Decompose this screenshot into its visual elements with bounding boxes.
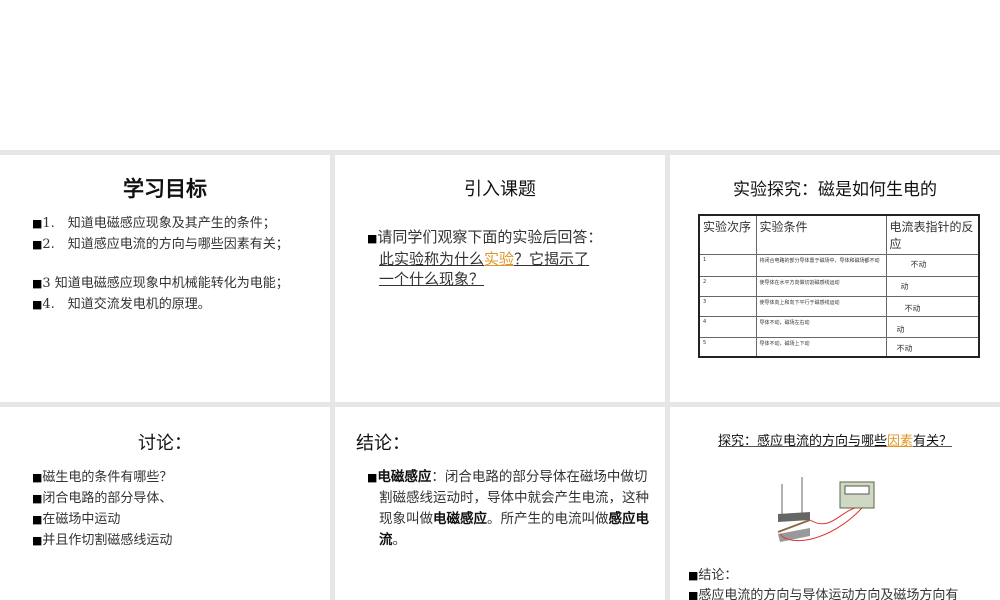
item-text: ？它揭示了	[514, 250, 590, 268]
item-text: 感应电流的方向与导体运动方向及磁场方向有	[698, 588, 959, 600]
term: 电磁感应	[433, 511, 487, 527]
item-text: 磁生电的条件有哪些？	[42, 470, 173, 485]
table-row: 5 导体不动，磁场上下动 不动	[698, 337, 980, 358]
cell: 5	[698, 337, 757, 358]
slide-discussion[interactable]: 讨论： ■磁生电的条件有哪些？ ■闭合电路的部分导体、 ■在磁场中运动 ■并且作…	[0, 407, 330, 600]
experiment-link[interactable]: 实验	[484, 250, 514, 268]
text: 。所产生的电流叫做	[487, 511, 609, 527]
experiment-table: 实验次序 实验条件 电流表指针的反应 1 将闭合电路的部分导体置于磁场中，导体和磁…	[698, 214, 980, 358]
list-item: ■闭合电路的部分导体、	[32, 491, 173, 506]
cell: 导体不动，磁场上下动	[755, 337, 887, 358]
header-cell: 电流表指针的反应	[885, 214, 980, 255]
slide-title: 实验探究：磁是如何生电的	[733, 180, 937, 200]
item-text: 此实验称为什么	[379, 250, 485, 268]
list-item: ■2. 知道感应电流的方向与哪些因素有关；	[32, 237, 289, 252]
list-item: ■磁生电的条件有哪些？	[32, 470, 173, 485]
cell: 动	[885, 316, 980, 338]
cell: 动	[885, 276, 980, 297]
list-item: ■在磁场中运动	[32, 512, 121, 527]
experiment-illustration	[777, 477, 875, 542]
text: 。	[392, 532, 407, 548]
slide-conclusion[interactable]: 结论： ■电磁感应：闭合电路的部分导体在磁场中做切割磁感线运动时，导体中就会产生…	[335, 407, 665, 600]
item-text: 请同学们观察下面的实验后回答：	[377, 228, 603, 246]
item-text: 在磁场中运动	[42, 512, 121, 527]
slide-title: 引入课题	[464, 179, 536, 200]
item-text: 3 知道电磁感应现象中机械能转化为电能；	[42, 276, 289, 291]
magnet-icon	[778, 512, 810, 522]
item-text: 4. 知道交流发电机的原理。	[42, 297, 211, 312]
title-text: 有关？	[913, 434, 953, 449]
item-text: 2. 知道感应电流的方向与哪些因素有关；	[42, 237, 289, 252]
table-row: 1 将闭合电路的部分导体置于磁场中，导体和磁场都不动 不动	[698, 254, 980, 277]
slide-explore[interactable]: 探究：感应电流的方向与哪些因素有关？ ■结论： ■感应电流的方向与导体运动方向及…	[670, 407, 1000, 600]
intro-question: ■请同学们观察下面的实验后回答： 此实验称为什么实验？它揭示了 一个什么现象？	[367, 228, 603, 288]
cell: 不动	[885, 254, 980, 277]
item-text: 一个什么现象？	[379, 270, 485, 288]
slide-learning-goals[interactable]: 学习目标 ■1. 知道电磁感应现象及其产生的条件； ■2. 知道感应电流的方向与…	[0, 155, 330, 402]
title-text: 探究：感应电流的方向与哪些	[717, 434, 887, 449]
cell: 导体不动，磁场左右动	[755, 316, 887, 338]
cell: 2	[698, 276, 757, 297]
item-text: 闭合电路的部分导体、	[42, 491, 173, 506]
slide-title: 讨论：	[138, 433, 192, 454]
item-text: 1. 知道电磁感应现象及其产生的条件；	[42, 216, 276, 231]
slide-experiment[interactable]: 实验探究：磁是如何生电的 实验次序 实验条件 电流表指针的反应 1 将闭合电路的部…	[670, 155, 1000, 402]
list-item: ■结论：	[688, 568, 738, 583]
header-cell: 实验条件	[755, 214, 887, 255]
cell: 使导体向上和向下平行于磁感线运动	[755, 296, 887, 317]
blank-header	[0, 0, 1000, 150]
conclusion-text: ■电磁感应：闭合电路的部分导体在磁场中做切割磁感线运动时，导体中就会产生电流，这…	[367, 469, 649, 548]
list-item: ■并且作切割磁感线运动	[32, 533, 173, 548]
slide-title: 探究：感应电流的方向与哪些因素有关？	[670, 430, 1000, 449]
discussion-list: ■磁生电的条件有哪些？ ■闭合电路的部分导体、 ■在磁场中运动 ■并且作切割磁感…	[32, 467, 172, 551]
table-row: 2 使导体在水平方向做切割磁感线运动动	[698, 276, 980, 297]
list-item: ■3 知道电磁感应现象中机械能转化为电能；	[32, 276, 289, 291]
cell: 4	[698, 316, 757, 338]
factor-link[interactable]: 因素	[887, 434, 913, 449]
cell: 不动	[885, 296, 980, 317]
cell: 使导体在水平方向做切割磁感线运动	[755, 276, 887, 297]
term: 电磁感应	[377, 469, 432, 485]
cell: 不动	[885, 337, 980, 358]
cell: 1	[698, 254, 757, 277]
list-item: ■4. 知道交流发电机的原理。	[32, 297, 211, 312]
slide-title: 学习目标	[123, 177, 207, 201]
table-row: 4 导体不动，磁场左右动动	[698, 316, 980, 338]
goal-list: ■1. 知道电磁感应现象及其产生的条件； ■2. 知道感应电流的方向与哪些因素有…	[32, 213, 289, 315]
table-header: 实验次序 实验条件 电流表指针的反应	[698, 214, 980, 255]
item-text: 并且作切割磁感线运动	[42, 533, 173, 548]
slide-title: 结论：	[356, 433, 410, 454]
table-row: 3 使导体向上和向下平行于磁感线运动 不动	[698, 296, 980, 317]
explore-list: ■结论： ■感应电流的方向与导体运动方向及磁场方向有	[688, 566, 958, 600]
list-item: ■感应电流的方向与导体运动方向及磁场方向有	[688, 586, 958, 600]
slide-intro[interactable]: 引入课题 ■请同学们观察下面的实验后回答： 此实验称为什么实验？它揭示了 一个什…	[335, 155, 665, 402]
cell: 将闭合电路的部分导体置于磁场中，导体和磁场都不动	[755, 254, 887, 277]
cell: 3	[698, 296, 757, 317]
list-item: ■1. 知道电磁感应现象及其产生的条件；	[32, 216, 276, 231]
item-text: 结论：	[698, 568, 738, 583]
header-cell: 实验次序	[698, 214, 757, 255]
